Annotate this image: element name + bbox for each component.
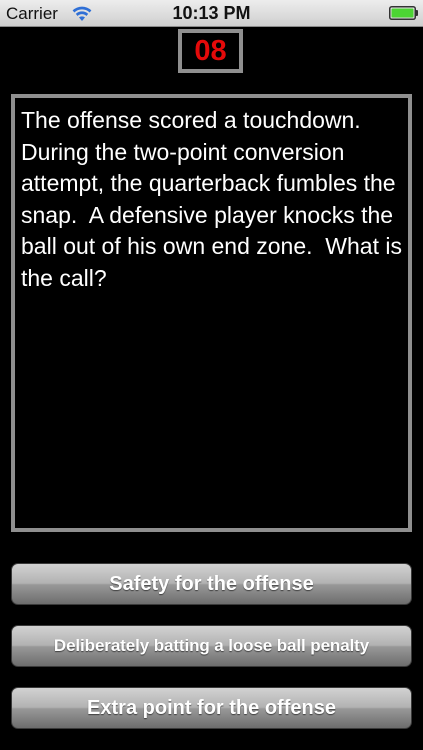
answer-button-safety[interactable]: Safety for the offense: [11, 563, 412, 605]
answer-button-extra-point[interactable]: Extra point for the offense: [11, 687, 412, 729]
battery-icon: [389, 6, 418, 20]
answer-button-batting-penalty[interactable]: Deliberately batting a loose ball penalt…: [11, 625, 412, 667]
status-time: 10:13 PM: [172, 3, 251, 23]
question-box: The offense scored a touchdown. During t…: [11, 94, 412, 532]
question-text: The offense scored a touchdown. During t…: [21, 107, 409, 291]
status-bar: Carrier 10:13 PM: [0, 0, 423, 27]
countdown-timer: 08: [178, 29, 243, 73]
